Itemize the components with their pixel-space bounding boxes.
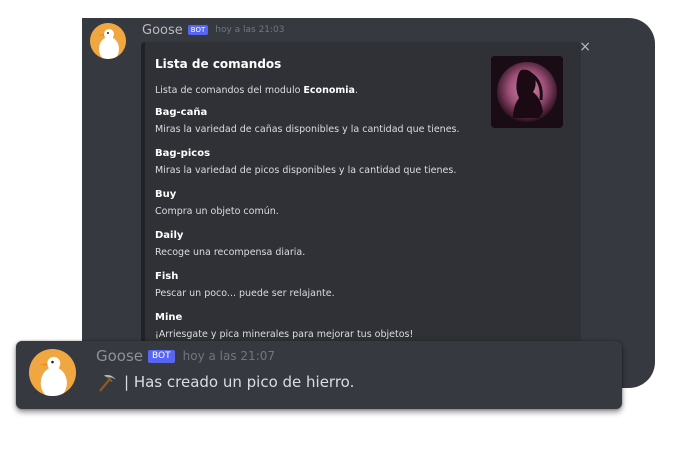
- goose-avatar[interactable]: [90, 23, 126, 59]
- field-name: Daily: [155, 230, 184, 241]
- front-message-card: Goose BOT hoy a las 21:07 | Has creado u…: [16, 341, 622, 409]
- field-value: Recoge una recompensa diaria.: [155, 247, 306, 258]
- embed-title: Lista de comandos: [155, 57, 282, 71]
- goose-icon: [29, 349, 76, 396]
- field-name: Fish: [155, 271, 179, 282]
- embed-description-module: Economia: [303, 85, 355, 96]
- field-value: ¡Arriesgate y pica minerales para mejora…: [155, 329, 414, 340]
- front-message-header: Goose BOT hoy a las 21:07: [96, 346, 275, 366]
- goose-avatar[interactable]: [29, 349, 76, 396]
- field-name: Bag-caña: [155, 107, 208, 118]
- field-name: Buy: [155, 189, 177, 200]
- field-name: Bag-picos: [155, 148, 211, 159]
- embed-description-prefix: Lista de comandos del modulo: [155, 85, 304, 96]
- timestamp: hoy a las 21:03: [215, 25, 285, 35]
- goose-icon: [90, 23, 126, 59]
- anime-silhouette-image: [491, 56, 563, 128]
- bot-badge: BOT: [187, 25, 209, 35]
- field-fish: Fish Pescar un poco... puede ser relajan…: [155, 270, 495, 311]
- field-buy: Buy Compra un objeto común.: [155, 188, 495, 229]
- field-daily: Daily Recoge una recompensa diaria.: [155, 229, 495, 270]
- timestamp: hoy a las 21:07: [182, 349, 276, 363]
- field-value: Pescar un poco... puede ser relajante.: [155, 288, 335, 299]
- embed-description: Lista de comandos del modulo Economia.: [155, 85, 358, 96]
- field-name: Mine: [155, 312, 183, 323]
- field-value: Compra un objeto común.: [155, 206, 279, 217]
- bot-badge: BOT: [148, 349, 175, 363]
- field-value: Miras la variedad de picos disponibles y…: [155, 165, 457, 176]
- embed-description-suffix: .: [354, 85, 358, 96]
- embed-thumbnail[interactable]: [491, 56, 563, 128]
- username[interactable]: Goose: [142, 23, 183, 38]
- back-message-card: Goose BOT hoy a las 21:03 × Lista de com…: [82, 18, 655, 388]
- field-value: Miras la variedad de cañas disponibles y…: [155, 124, 460, 135]
- field-bag-cana: Bag-caña Miras la variedad de cañas disp…: [155, 106, 495, 147]
- back-message-header: Goose BOT hoy a las 21:03: [142, 20, 285, 40]
- discord-screenshot: Goose BOT hoy a las 21:03 × Lista de com…: [0, 0, 674, 459]
- pickaxe-icon: [99, 374, 116, 392]
- message-text: | Has creado un pico de hierro.: [124, 373, 355, 391]
- embed-command-list: Lista de comandos Lista de comandos del …: [141, 42, 581, 388]
- message-content: | Has creado un pico de hierro.: [96, 371, 354, 393]
- embed-fields: Bag-caña Miras la variedad de cañas disp…: [155, 106, 495, 352]
- field-bag-picos: Bag-picos Miras la variedad de picos dis…: [155, 147, 495, 188]
- close-icon[interactable]: ×: [579, 40, 591, 54]
- username[interactable]: Goose: [96, 347, 143, 365]
